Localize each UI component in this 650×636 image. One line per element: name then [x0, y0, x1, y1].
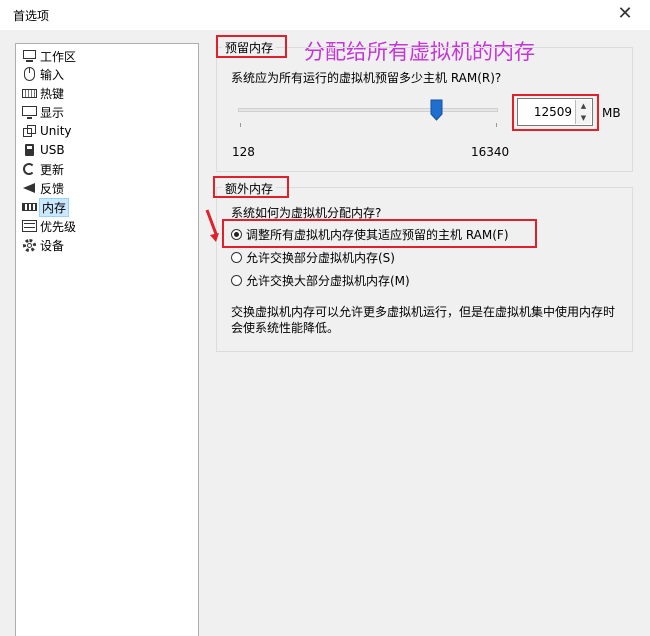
radio-button[interactable] — [231, 274, 242, 286]
memory-icon — [22, 200, 37, 214]
swap-description: 交换虚拟机内存可以允许更多虚拟机运行，但是在虚拟机集中使用内存时会使系统性能降低… — [231, 305, 616, 335]
megaphone-icon — [22, 181, 37, 195]
memory-slider-thumb[interactable] — [430, 99, 443, 121]
slider-max-label: 16340 — [471, 145, 510, 159]
sidebar-item-usb[interactable]: USB — [22, 141, 65, 159]
spin-highlight — [512, 94, 599, 131]
refresh-icon — [22, 162, 37, 176]
device-gear-icon — [22, 238, 37, 252]
extra-legend-highlight — [213, 176, 289, 198]
priority-icon — [22, 219, 37, 233]
sidebar-item-hotkeys[interactable]: 热键 — [22, 84, 64, 102]
close-icon[interactable]: ✕ — [614, 3, 636, 25]
sidebar-item-update[interactable]: 更新 — [22, 160, 64, 178]
radio-swap-some[interactable]: 允许交换部分虚拟机内存(S) — [231, 248, 395, 266]
workspace-icon — [22, 49, 37, 63]
radio-swap-most[interactable]: 允许交换大部分虚拟机内存(M) — [231, 271, 410, 289]
sidebar: 工作区 输入 热键 显示 Unity USB 更新 反馈 内存 优先级 设备 — [15, 43, 199, 636]
usb-icon — [22, 143, 37, 157]
monitor-icon — [22, 105, 37, 119]
memory-unit-label: MB — [602, 106, 621, 120]
title-bar: 首选项 ✕ — [0, 0, 650, 30]
slider-tick-min — [240, 123, 241, 127]
keyboard-icon — [22, 86, 37, 100]
sidebar-item-input[interactable]: 输入 — [22, 65, 64, 83]
sidebar-item-memory[interactable]: 内存 — [22, 197, 70, 217]
sidebar-item-workspace[interactable]: 工作区 — [22, 47, 76, 65]
memory-slider-track[interactable] — [238, 108, 498, 112]
unity-icon — [22, 124, 37, 138]
sidebar-item-priority[interactable]: 优先级 — [22, 217, 76, 235]
option-highlight — [222, 219, 537, 248]
mouse-icon — [22, 67, 37, 81]
slider-tick-max — [496, 123, 497, 127]
window-title: 首选项 — [13, 9, 50, 23]
reserved-question: 系统应为所有运行的虚拟机预留多少主机 RAM(R)? — [231, 71, 502, 85]
radio-button[interactable] — [231, 251, 242, 263]
red-arrow-icon — [205, 209, 219, 242]
sidebar-item-display[interactable]: 显示 — [22, 103, 64, 121]
sidebar-item-devices[interactable]: 设备 — [22, 236, 64, 254]
sidebar-item-unity[interactable]: Unity — [22, 122, 72, 140]
reserved-legend-highlight — [216, 35, 287, 58]
sidebar-item-feedback[interactable]: 反馈 — [22, 179, 64, 197]
slider-min-label: 128 — [232, 145, 255, 159]
